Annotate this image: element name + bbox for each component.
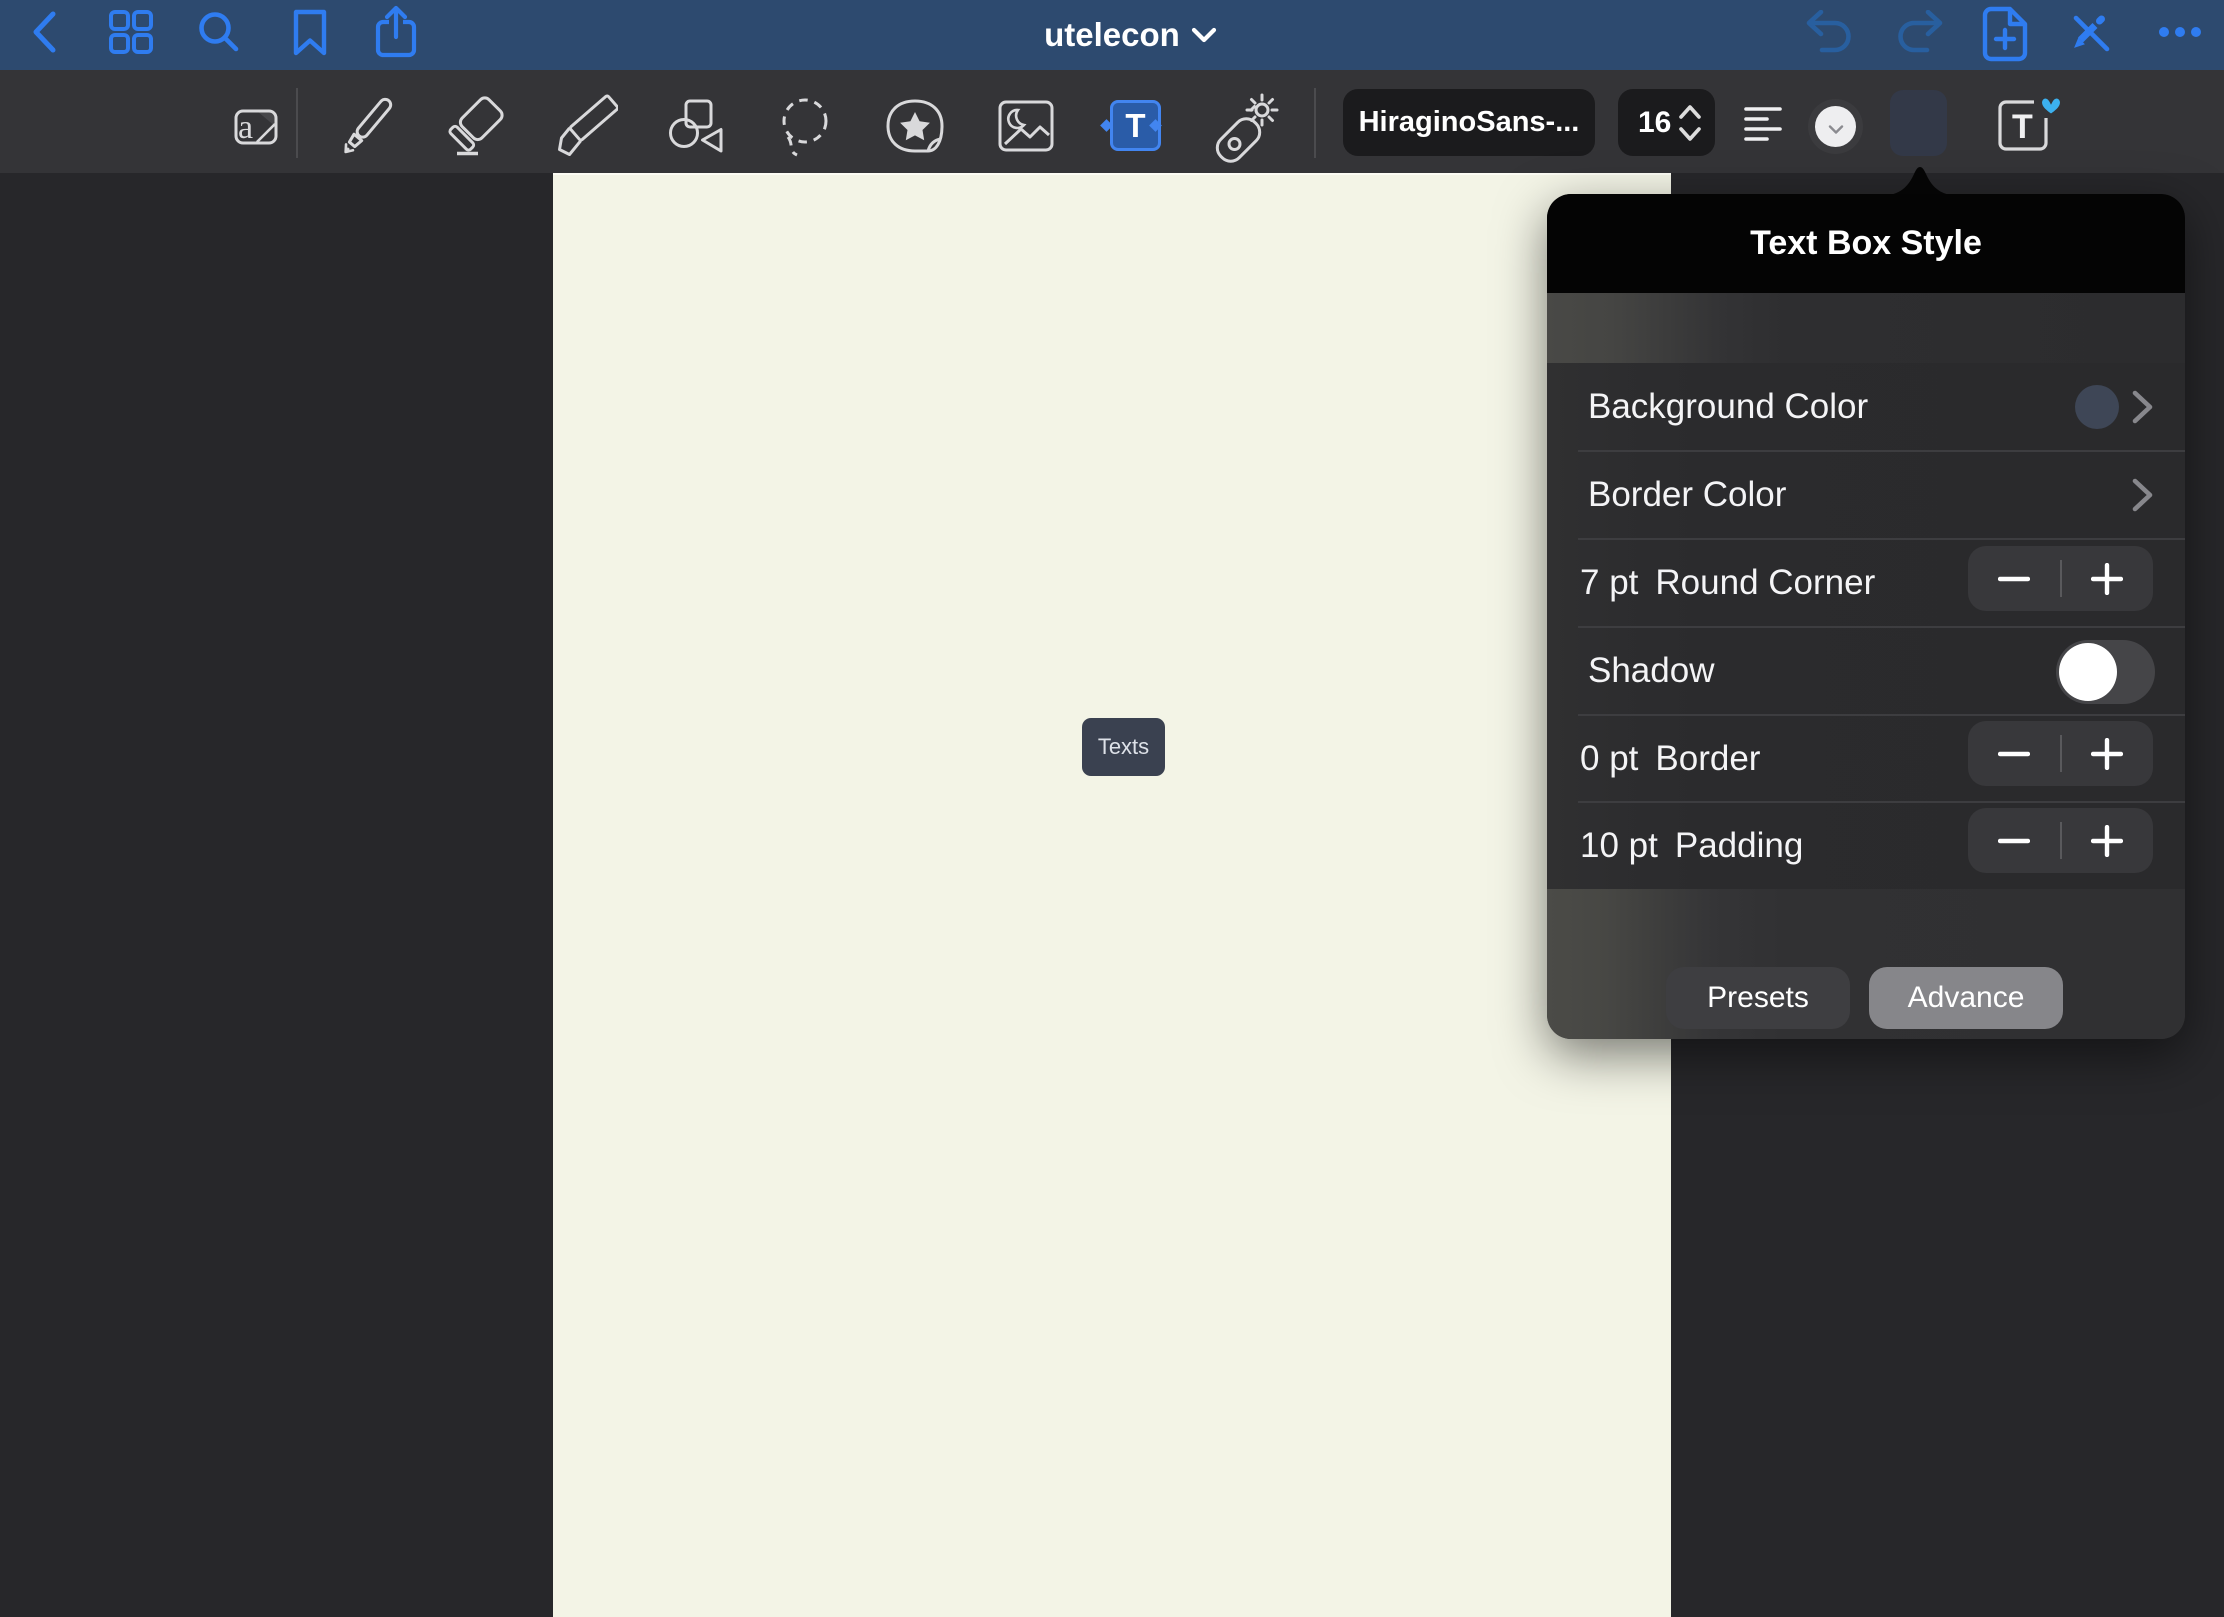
svg-text:a: a <box>238 109 253 146</box>
svg-text:T: T <box>2012 108 2033 146</box>
